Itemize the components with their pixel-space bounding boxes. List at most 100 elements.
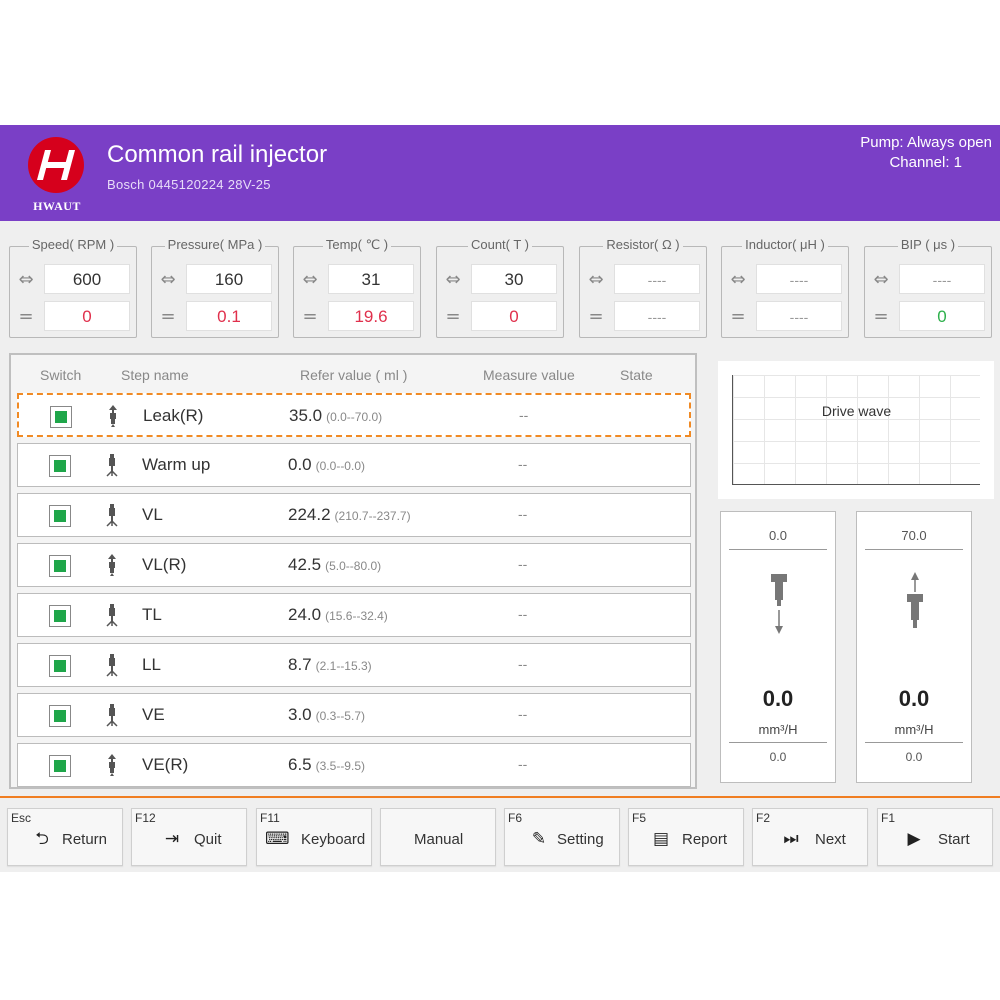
return-button[interactable]: Esc ⮌ Return xyxy=(7,808,123,866)
button-label: Quit xyxy=(194,831,222,848)
return-icon: ⮌ xyxy=(35,829,49,849)
app-window: HWAUT Common rail injector Bosch 0445120… xyxy=(0,125,1000,872)
step-checkbox[interactable] xyxy=(49,755,71,777)
refer-range: (210.7--237.7) xyxy=(334,509,411,523)
refer-value: 3.0 xyxy=(288,705,312,724)
equals-icon: = xyxy=(160,306,176,327)
table-row[interactable]: VE 3.0 (0.3--5.7) -- xyxy=(17,693,691,737)
speed-actual-value: 0 xyxy=(44,301,130,331)
hotkey-label: F1 xyxy=(881,811,896,825)
bip-set-value[interactable]: ---- xyxy=(899,264,985,294)
table-row[interactable]: Warm up 0.0 (0.0--0.0) -- xyxy=(17,443,691,487)
hotkey-label: F6 xyxy=(508,811,523,825)
meter-flow-value: 0.0 xyxy=(898,686,930,711)
step-checkbox[interactable] xyxy=(49,505,71,527)
keyboard-button[interactable]: F11 ⌨ Keyboard xyxy=(256,808,372,866)
refer-value: 224.2 xyxy=(288,505,331,524)
refer-range: (5.0--80.0) xyxy=(325,559,382,573)
start-button[interactable]: F1 ▶ Start xyxy=(877,808,993,866)
footer-divider xyxy=(0,796,1000,798)
step-checkbox[interactable] xyxy=(49,455,71,477)
channel-status: Channel: 1 xyxy=(889,154,962,171)
count-set-value[interactable]: 30 xyxy=(471,264,557,294)
step-name: VL xyxy=(142,505,163,524)
button-label: Report xyxy=(682,831,728,848)
table-row[interactable]: VL 224.2 (210.7--237.7) -- xyxy=(17,493,691,537)
table-row[interactable]: TL 24.0 (15.6--32.4) -- xyxy=(17,593,691,637)
col-header-step-name: Step name xyxy=(121,367,189,383)
meter-left: 0.0 0.0 mm³/H 0.0 xyxy=(720,511,836,783)
measure-value: -- xyxy=(518,756,528,772)
gauge-title: Count( T ) xyxy=(467,237,533,252)
resistor-set-value[interactable]: ---- xyxy=(614,264,700,294)
equals-icon: = xyxy=(302,306,318,327)
step-name: Warm up xyxy=(142,455,211,474)
col-header-refer-value: Refer value ( ml ) xyxy=(300,367,408,383)
speed-set-value[interactable]: 600 xyxy=(44,264,130,294)
measure-value: -- xyxy=(518,456,528,472)
setting-button[interactable]: F6 ✎ Setting xyxy=(504,808,620,866)
quit-button[interactable]: F12 ⇥ Quit xyxy=(131,808,247,866)
temp-set-value[interactable]: 31 xyxy=(328,264,414,294)
injector-model: Bosch 0445120224 28V-25 xyxy=(107,177,271,192)
manual-button[interactable]: Manual xyxy=(380,808,496,866)
page-title: Common rail injector xyxy=(107,141,328,168)
button-label: Next xyxy=(815,831,846,848)
table-row[interactable]: Leak(R) 35.0 (0.0--70.0) -- xyxy=(17,393,691,437)
report-icon: ▤ xyxy=(652,829,670,849)
inductor-set-value[interactable]: ---- xyxy=(756,264,842,294)
table-row[interactable]: VE(R) 6.5 (3.5--9.5) -- xyxy=(17,743,691,787)
table-row[interactable]: VL(R) 42.5 (5.0--80.0) -- xyxy=(17,543,691,587)
gauge-pressure: Pressure( MPa ) ⇔ 160 = 0.1 xyxy=(151,237,279,338)
temp-actual-value: 19.6 xyxy=(328,301,414,331)
step-checkbox[interactable] xyxy=(49,705,71,727)
bip-actual-value: 0 xyxy=(899,301,985,331)
table-row[interactable]: LL 8.7 (2.1--15.3) -- xyxy=(17,643,691,687)
meter-bottom-value: 0.0 xyxy=(769,750,787,764)
gauge-speed: Speed( RPM ) ⇔ 600 = 0 xyxy=(9,237,137,338)
header-bar: HWAUT Common rail injector Bosch 0445120… xyxy=(0,125,1000,221)
refer-value: 35.0 xyxy=(289,406,323,425)
refer-range: (2.1--15.3) xyxy=(315,659,372,673)
refer-value: 0.0 xyxy=(288,455,312,474)
set-arrows-icon: ⇔ xyxy=(160,269,176,290)
injector-spray-icon xyxy=(104,453,120,477)
step-checkbox[interactable] xyxy=(50,406,72,428)
next-button[interactable]: F2 ⏭ Next xyxy=(752,808,868,866)
meter-unit: mm³/H xyxy=(729,722,827,743)
measure-value: -- xyxy=(518,656,528,672)
gauge-inductor: Inductor( μH ) ⇔ ---- = ---- xyxy=(721,237,849,338)
gauge-temp: Temp( ℃ ) ⇔ 31 = 19.6 xyxy=(293,237,421,338)
col-header-switch: Switch xyxy=(40,367,82,383)
refer-value: 8.7 xyxy=(288,655,312,674)
gauge-title: Speed( RPM ) xyxy=(28,237,118,252)
meter-top-value: 0.0 xyxy=(729,528,827,550)
pump-status: Pump: Always open xyxy=(860,134,992,151)
refer-range: (15.6--32.4) xyxy=(325,609,388,623)
refer-value: 6.5 xyxy=(288,755,312,774)
test-steps-table: Switch Step name Refer value ( ml ) Meas… xyxy=(9,353,697,789)
injector-up-icon xyxy=(105,404,121,428)
meter-right: 70.0 0.0 mm³/H 0.0 xyxy=(856,511,972,783)
inductor-actual-value: ---- xyxy=(756,301,842,331)
gauge-count: Count( T ) ⇔ 30 = 0 xyxy=(436,237,564,338)
step-checkbox[interactable] xyxy=(49,605,71,627)
gauge-title: Temp( ℃ ) xyxy=(322,237,392,252)
drive-wave-panel: Drive wave xyxy=(718,361,994,499)
step-checkbox[interactable] xyxy=(49,655,71,677)
refer-value: 42.5 xyxy=(288,555,322,574)
set-arrows-icon: ⇔ xyxy=(302,269,318,290)
resistor-actual-value: ---- xyxy=(614,301,700,331)
gauge-title: Resistor( Ω ) xyxy=(603,237,683,252)
button-label: Keyboard xyxy=(301,831,366,848)
edit-icon: ✎ xyxy=(531,829,547,849)
pressure-set-value[interactable]: 160 xyxy=(186,264,272,294)
injector-spray-icon xyxy=(104,503,120,527)
refer-range: (0.0--0.0) xyxy=(315,459,365,473)
col-header-measure-value: Measure value xyxy=(483,367,575,383)
report-button[interactable]: F5 ▤ Report xyxy=(628,808,744,866)
step-checkbox[interactable] xyxy=(49,555,71,577)
meter-flow-value: 0.0 xyxy=(762,686,794,711)
step-name: VE xyxy=(142,705,165,724)
injector-down-arrow-icon xyxy=(767,572,791,652)
